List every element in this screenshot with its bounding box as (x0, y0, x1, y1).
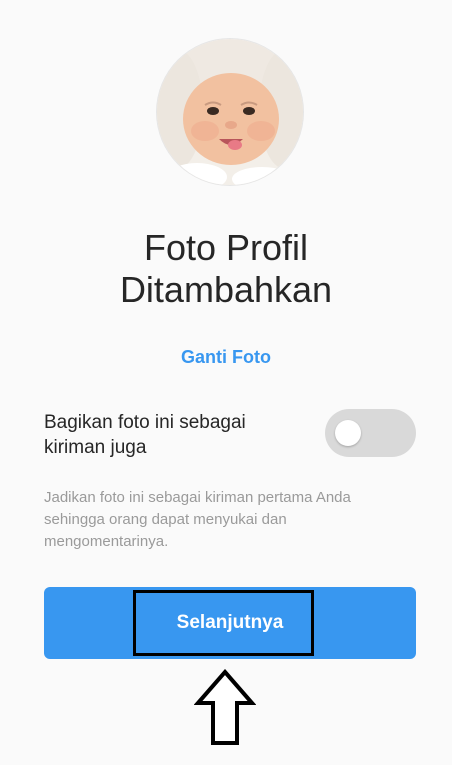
share-label-line-1: Bagikan foto ini sebagai (44, 412, 246, 433)
baby-photo-image (157, 39, 303, 185)
next-button-label: Selanjutnya (176, 612, 284, 633)
share-label-line-2: kiriman juga (44, 437, 147, 458)
profile-photo-avatar (157, 39, 303, 185)
helper-line-2: sehingga orang dapat menyukai dan (44, 511, 287, 528)
title-line-2: Ditambahkan (119, 269, 333, 310)
helper-line-3: mengomentarinya. (44, 533, 169, 550)
change-photo-link[interactable]: Ganti Foto (0, 345, 452, 369)
up-arrow-icon (194, 669, 256, 745)
share-as-post-label: Bagikan foto ini sebagai kiriman juga (44, 410, 304, 460)
title-line-1: Foto Profil (143, 227, 309, 268)
next-button[interactable]: Selanjutnya (44, 587, 416, 659)
confirmation-title: Foto Profil Ditambahkan (0, 227, 452, 311)
toggle-knob (335, 420, 361, 446)
share-as-post-toggle[interactable] (325, 409, 416, 457)
share-helper-text: Jadikan foto ini sebagai kiriman pertama… (44, 487, 424, 553)
helper-line-1: Jadikan foto ini sebagai kiriman pertama… (44, 489, 351, 506)
